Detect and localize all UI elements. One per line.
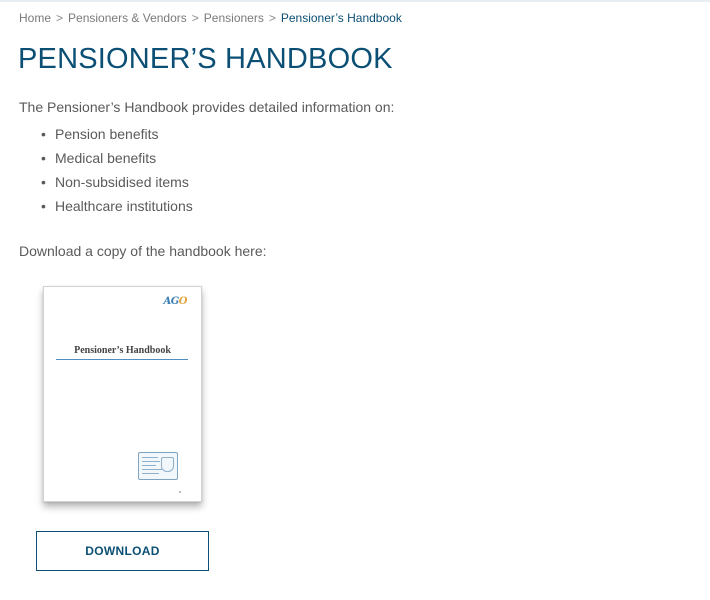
top-divider [0, 0, 710, 2]
breadcrumb-separator: > [191, 11, 199, 25]
bullet-icon: • [41, 174, 46, 190]
download-button[interactable]: DOWNLOAD [36, 531, 209, 571]
breadcrumb-home[interactable]: Home [19, 11, 51, 25]
certification-badge-icon [138, 452, 178, 480]
breadcrumb-pensioners-vendors[interactable]: Pensioners & Vendors [68, 11, 187, 25]
page-title: PENSIONER’S HANDBOOK [18, 43, 393, 75]
list-item: • Medical benefits [41, 146, 193, 170]
bullet-icon: • [41, 126, 46, 142]
breadcrumb-separator: > [56, 11, 64, 25]
topic-list: • Pension benefits • Medical benefits • Non… [41, 122, 193, 218]
list-item-label: Pension benefits [55, 126, 159, 142]
list-item: • Pension benefits [41, 122, 193, 146]
breadcrumb-pensioners[interactable]: Pensioners [204, 11, 264, 25]
bullet-icon: • [41, 198, 46, 214]
list-item: • Healthcare institutions [41, 194, 193, 218]
intro-text: The Pensioner’s Handbook provides detail… [19, 99, 395, 115]
list-item-label: Medical benefits [55, 150, 157, 166]
breadcrumb-separator: > [268, 11, 276, 25]
list-item: • Non-subsidised items [41, 170, 193, 194]
cover-title: Pensioner’s Handbook [74, 345, 171, 356]
bullet-icon: • [41, 150, 46, 166]
download-prompt: Download a copy of the handbook here: [19, 243, 267, 259]
breadcrumb: Home > Pensioners & Vendors > Pensioners > Pen… [19, 10, 402, 26]
handbook-cover-thumbnail[interactable]: AGO Pensioner’s Handbook [43, 286, 202, 502]
breadcrumb-current: Pensioner’s Handbook [280, 11, 402, 25]
list-item-label: Healthcare institutions [55, 198, 193, 214]
ago-logo-icon: AGO [163, 296, 187, 307]
cover-divider [56, 359, 188, 360]
list-item-label: Non-subsidised items [55, 174, 189, 190]
page-number-mark [179, 491, 181, 493]
